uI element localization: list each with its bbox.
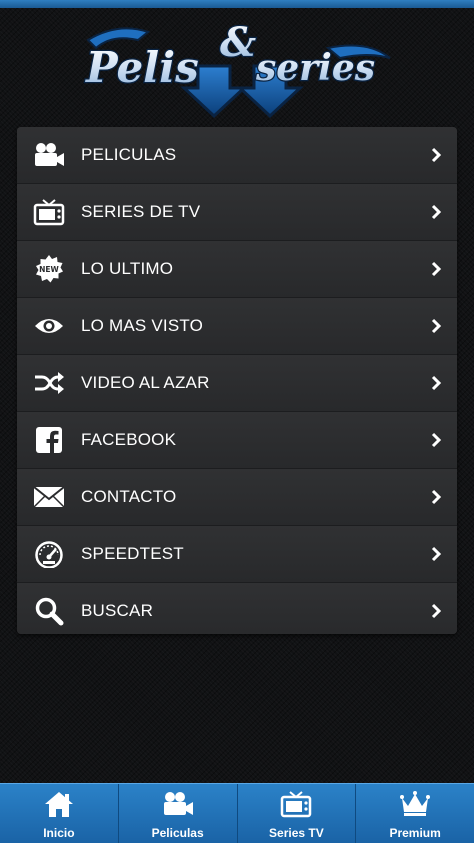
menu-item-lo-mas-visto[interactable]: LO MAS VISTO	[17, 298, 457, 355]
menu-item-label: FACEBOOK	[81, 430, 177, 449]
tab-peliculas[interactable]: Peliculas	[119, 784, 238, 843]
menu-item-label: LO MAS VISTO	[81, 316, 204, 335]
menu-item-label: PELICULAS	[81, 145, 177, 164]
main-menu: PELICULAS SERIES DE TV NEW LO ULTIMO LO …	[17, 127, 457, 634]
svg-text:Pelis: Pelis	[85, 43, 199, 92]
movie-camera-icon	[33, 140, 65, 170]
menu-item-buscar[interactable]: BUSCAR	[17, 583, 457, 634]
app-logo: Pelis & series	[78, 18, 396, 122]
tv-icon	[33, 197, 65, 227]
eye-icon	[33, 311, 65, 341]
envelope-icon	[33, 482, 65, 512]
chevron-right-icon	[429, 204, 443, 220]
menu-item-contacto[interactable]: CONTACTO	[17, 469, 457, 526]
home-icon	[42, 789, 76, 819]
facebook-icon	[33, 425, 65, 455]
chevron-right-icon	[429, 432, 443, 448]
new-badge-icon: NEW	[33, 254, 65, 284]
movie-camera-icon	[161, 789, 195, 819]
menu-item-speedtest[interactable]: SPEEDTEST	[17, 526, 457, 583]
menu-item-peliculas[interactable]: PELICULAS	[17, 127, 457, 184]
tab-label: Premium	[389, 826, 441, 840]
menu-item-label: BUSCAR	[81, 601, 154, 620]
menu-item-facebook[interactable]: FACEBOOK	[17, 412, 457, 469]
tab-inicio[interactable]: Inicio	[0, 784, 119, 843]
tab-label: Peliculas	[151, 826, 204, 840]
tab-label: Inicio	[43, 826, 75, 840]
chevron-right-icon	[429, 603, 443, 619]
search-icon	[33, 596, 65, 626]
chevron-right-icon	[429, 546, 443, 562]
menu-item-label: VIDEO AL AZAR	[81, 373, 210, 392]
chevron-right-icon	[429, 375, 443, 391]
menu-item-label: SERIES DE TV	[81, 202, 201, 221]
menu-item-series-de-tv[interactable]: SERIES DE TV	[17, 184, 457, 241]
chevron-right-icon	[429, 261, 443, 277]
chevron-right-icon	[429, 489, 443, 505]
top-accent-bar	[0, 0, 474, 8]
chevron-right-icon	[429, 318, 443, 334]
tv-icon	[279, 789, 313, 819]
bottom-tab-bar: Inicio Peliculas Series TV Premium	[0, 783, 474, 843]
svg-text:series: series	[255, 47, 375, 89]
shuffle-icon	[33, 368, 65, 398]
menu-item-label: CONTACTO	[81, 487, 177, 506]
menu-item-lo-ultimo[interactable]: NEW LO ULTIMO	[17, 241, 457, 298]
crown-icon	[398, 789, 432, 819]
tab-label: Series TV	[269, 826, 324, 840]
svg-text:&: &	[220, 19, 256, 66]
menu-item-label: SPEEDTEST	[81, 544, 184, 563]
tab-series-tv[interactable]: Series TV	[238, 784, 357, 843]
chevron-right-icon	[429, 147, 443, 163]
tab-premium[interactable]: Premium	[356, 784, 474, 843]
speedometer-icon	[33, 539, 65, 569]
svg-text:NEW: NEW	[39, 265, 59, 274]
menu-item-label: LO ULTIMO	[81, 259, 174, 278]
menu-item-video-al-azar[interactable]: VIDEO AL AZAR	[17, 355, 457, 412]
